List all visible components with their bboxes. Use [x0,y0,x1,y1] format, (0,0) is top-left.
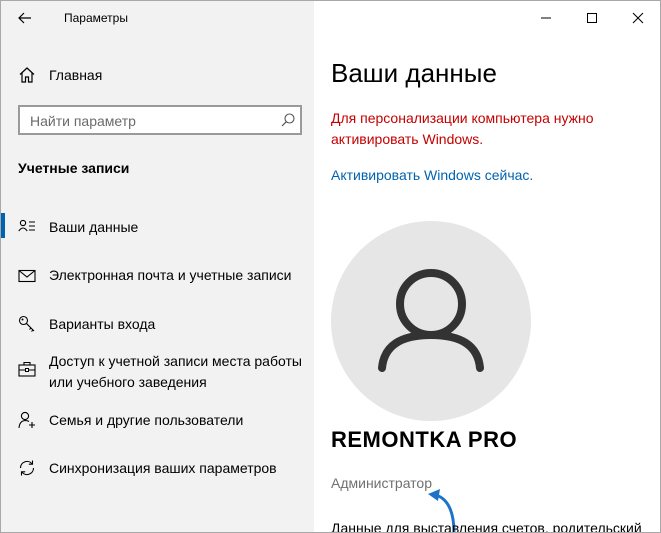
nav-home-label: Главная [49,67,103,83]
close-icon [632,12,644,24]
sidebar-item-family[interactable]: Семья и другие пользователи [1,409,314,433]
sidebar-item-your-info[interactable]: Ваши данные [1,216,314,240]
sync-icon [19,460,35,476]
nav-home[interactable]: Главная [1,59,314,91]
key-icon [18,315,35,332]
user-role: Администратор [331,475,433,491]
close-button[interactable] [615,1,660,35]
sidebar-item-label: Электронная почта и учетные записи [49,267,292,283]
sidebar-item-label: Доступ к учетной записи места работы или… [49,353,302,390]
back-arrow-icon [18,12,31,24]
briefcase-icon [18,361,36,377]
sidebar: Параметры Главная Учетные записи Ваши да… [1,1,314,532]
app-title: Параметры [64,11,128,25]
sidebar-item-email[interactable]: Электронная почта и учетные записи [1,264,314,288]
minimize-icon [541,17,551,19]
billing-info-text: Данные для выставления счетов, родительс… [331,520,642,533]
sidebar-item-sync[interactable]: Синхронизация ваших параметров [1,457,314,481]
back-button[interactable] [13,7,37,29]
sidebar-item-label: Ваши данные [49,219,139,235]
maximize-icon [587,13,597,23]
title-bar: Параметры [1,1,314,35]
minimize-button[interactable] [523,1,569,35]
sidebar-item-work-access[interactable]: Доступ к учетной записи места работы или… [1,350,314,394]
activation-warning: Для персонализации компьютера нужно акти… [331,110,594,147]
home-icon [19,67,35,83]
main-content: Ваши данные Для персонализации компьютер… [314,1,660,533]
search-box[interactable] [18,105,302,135]
person-add-icon [18,411,35,429]
user-avatar-icon [378,269,484,372]
avatar [331,221,531,421]
page-title: Ваши данные [331,58,497,88]
mail-icon [18,269,36,283]
sidebar-item-label: Варианты входа [49,316,156,332]
search-input[interactable] [28,111,272,131]
sidebar-item-label: Синхронизация ваших параметров [49,460,277,476]
settings-window: Параметры Главная Учетные записи Ваши да… [0,0,661,533]
maximize-button[interactable] [569,1,615,35]
activate-windows-link[interactable]: Активировать Windows сейчас. [331,167,533,183]
user-info-icon [18,219,35,232]
sidebar-item-label: Семья и другие пользователи [49,412,244,428]
search-icon[interactable] [280,112,296,128]
section-title: Учетные записи [18,160,130,176]
sidebar-item-sign-in-options[interactable]: Варианты входа [1,313,314,337]
user-name: REMONTKA PRO [331,427,518,452]
